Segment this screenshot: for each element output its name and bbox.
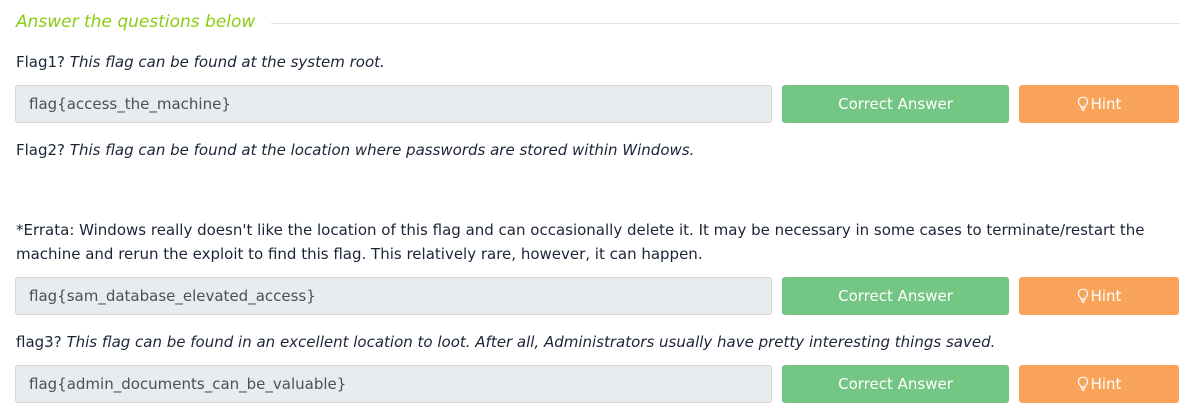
question-1-label: Flag1? — [16, 53, 66, 71]
question-1: Flag1? This flag can be found at the sys… — [16, 50, 385, 74]
lightbulb-icon — [1077, 288, 1088, 303]
question-3: flag3? This flag can be found in an exce… — [16, 330, 995, 354]
question-2-label: Flag2? — [16, 141, 66, 159]
answer-input-3[interactable]: flag{admin_documents_can_be_valuable} — [15, 365, 772, 403]
header-divider — [271, 22, 1180, 24]
hint-button-3[interactable]: Hint — [1019, 365, 1179, 403]
answer-row-3: flag{admin_documents_can_be_valuable} Co… — [15, 365, 1180, 403]
correct-answer-button-2[interactable]: Correct Answer — [782, 277, 1009, 315]
correct-answer-button-3[interactable]: Correct Answer — [782, 365, 1009, 403]
hint-label-1: Hint — [1090, 95, 1122, 113]
hint-label-2: Hint — [1090, 287, 1122, 305]
question-3-label: flag3? — [16, 333, 62, 351]
lightbulb-icon — [1077, 96, 1088, 111]
answer-row-2: flag{sam_database_elevated_access} Corre… — [15, 277, 1180, 315]
hint-button-1[interactable]: Hint — [1019, 85, 1179, 123]
question-2-errata: *Errata: Windows really doesn't like the… — [16, 221, 1145, 263]
hint-button-2[interactable]: Hint — [1019, 277, 1179, 315]
question-1-description: This flag can be found at the system roo… — [69, 53, 385, 71]
questions-header: Answer the questions below — [16, 8, 1180, 36]
question-2-description: This flag can be found at the location w… — [69, 141, 695, 159]
answer-input-1[interactable]: flag{access_the_machine} — [15, 85, 772, 123]
hint-label-3: Hint — [1090, 375, 1122, 393]
section-title: Answer the questions below — [16, 12, 256, 32]
question-3-description: This flag can be found in an excellent l… — [66, 333, 996, 351]
correct-answer-button-1[interactable]: Correct Answer — [782, 85, 1009, 123]
question-2: Flag2? This flag can be found at the loc… — [16, 138, 694, 162]
answer-row-1: flag{access_the_machine} Correct Answer … — [15, 85, 1180, 123]
answer-input-2[interactable]: flag{sam_database_elevated_access} — [15, 277, 772, 315]
lightbulb-icon — [1077, 376, 1088, 391]
